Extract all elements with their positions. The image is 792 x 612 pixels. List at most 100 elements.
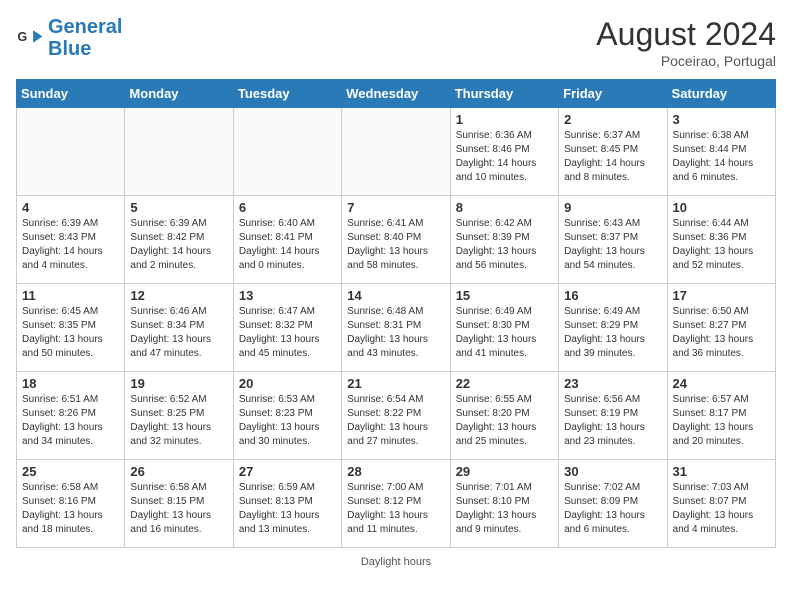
day-info: Sunrise: 6:37 AM Sunset: 8:45 PM Dayligh… (564, 129, 661, 185)
calendar-cell: 23 Sunrise: 6:56 AM Sunset: 8:19 PM Dayli… (559, 372, 667, 460)
column-header-sunday: Sunday (17, 80, 125, 108)
day-info: Sunrise: 6:58 AM Sunset: 8:16 PM Dayligh… (22, 481, 119, 537)
column-header-saturday: Saturday (667, 80, 775, 108)
day-info: Sunrise: 6:39 AM Sunset: 8:43 PM Dayligh… (22, 217, 119, 273)
day-info: Sunrise: 6:55 AM Sunset: 8:20 PM Dayligh… (456, 393, 553, 449)
location: Poceirao, Portugal (596, 53, 776, 69)
calendar-cell: 17 Sunrise: 6:50 AM Sunset: 8:27 PM Dayli… (667, 284, 775, 372)
day-info: Sunrise: 6:49 AM Sunset: 8:29 PM Dayligh… (564, 305, 661, 361)
day-info: Sunrise: 6:54 AM Sunset: 8:22 PM Dayligh… (347, 393, 444, 449)
day-info: Sunrise: 6:46 AM Sunset: 8:34 PM Dayligh… (130, 305, 227, 361)
day-number: 14 (347, 288, 444, 303)
day-number: 25 (22, 464, 119, 479)
calendar-cell: 10Sunrise: 6:44 AM Sunset: 8:36 PM Dayli… (667, 196, 775, 284)
day-number: 29 (456, 464, 553, 479)
calendar-cell: 14 Sunrise: 6:48 AM Sunset: 8:31 PM Dayli… (342, 284, 450, 372)
day-number: 23 (564, 376, 661, 391)
calendar-cell: 21 Sunrise: 6:54 AM Sunset: 8:22 PM Dayli… (342, 372, 450, 460)
day-number: 11 (22, 288, 119, 303)
day-info: Sunrise: 6:56 AM Sunset: 8:19 PM Dayligh… (564, 393, 661, 449)
logo-blue: Blue (48, 38, 91, 60)
day-number: 5 (130, 200, 227, 215)
day-number: 26 (130, 464, 227, 479)
calendar-cell: 27Sunrise: 6:59 AM Sunset: 8:13 PM Dayli… (233, 460, 341, 548)
day-number: 17 (673, 288, 770, 303)
day-number: 31 (673, 464, 770, 479)
calendar-cell: 12 Sunrise: 6:46 AM Sunset: 8:34 PM Dayli… (125, 284, 233, 372)
day-info: Sunrise: 6:47 AM Sunset: 8:32 PM Dayligh… (239, 305, 336, 361)
day-number: 6 (239, 200, 336, 215)
day-number: 20 (239, 376, 336, 391)
column-header-thursday: Thursday (450, 80, 558, 108)
calendar-cell: 20 Sunrise: 6:53 AM Sunset: 8:23 PM Dayli… (233, 372, 341, 460)
week-row-1: 1Sunrise: 6:36 AM Sunset: 8:46 PM Daylig… (17, 108, 776, 196)
calendar-cell: 18 Sunrise: 6:51 AM Sunset: 8:26 PM Dayli… (17, 372, 125, 460)
week-row-2: 4Sunrise: 6:39 AM Sunset: 8:43 PM Daylig… (17, 196, 776, 284)
calendar-cell: 1Sunrise: 6:36 AM Sunset: 8:46 PM Daylig… (450, 108, 558, 196)
calendar-cell: 8 Sunrise: 6:42 AM Sunset: 8:39 PM Daylig… (450, 196, 558, 284)
day-info: Sunrise: 6:57 AM Sunset: 8:17 PM Dayligh… (673, 393, 770, 449)
day-info: Sunrise: 6:59 AM Sunset: 8:13 PM Dayligh… (239, 481, 336, 537)
column-header-monday: Monday (125, 80, 233, 108)
calendar-cell: 2 Sunrise: 6:37 AM Sunset: 8:45 PM Daylig… (559, 108, 667, 196)
day-number: 7 (347, 200, 444, 215)
day-number: 2 (564, 112, 661, 127)
week-row-5: 25 Sunrise: 6:58 AM Sunset: 8:16 PM Dayli… (17, 460, 776, 548)
day-info: Sunrise: 6:58 AM Sunset: 8:15 PM Dayligh… (130, 481, 227, 537)
svg-text:G: G (18, 30, 28, 44)
day-info: Sunrise: 7:03 AM Sunset: 8:07 PM Dayligh… (673, 481, 770, 537)
day-number: 13 (239, 288, 336, 303)
day-info: Sunrise: 7:01 AM Sunset: 8:10 PM Dayligh… (456, 481, 553, 537)
calendar-table: SundayMondayTuesdayWednesdayThursdayFrid… (16, 79, 776, 548)
month-year: August 2024 (596, 16, 776, 53)
calendar-cell: 13 Sunrise: 6:47 AM Sunset: 8:32 PM Dayli… (233, 284, 341, 372)
week-row-4: 18 Sunrise: 6:51 AM Sunset: 8:26 PM Dayli… (17, 372, 776, 460)
day-info: Sunrise: 6:45 AM Sunset: 8:35 PM Dayligh… (22, 305, 119, 361)
calendar-cell: 3Sunrise: 6:38 AM Sunset: 8:44 PM Daylig… (667, 108, 775, 196)
calendar-cell: 25 Sunrise: 6:58 AM Sunset: 8:16 PM Dayli… (17, 460, 125, 548)
day-number: 30 (564, 464, 661, 479)
calendar-cell: 28Sunrise: 7:00 AM Sunset: 8:12 PM Dayli… (342, 460, 450, 548)
day-number: 1 (456, 112, 553, 127)
day-number: 22 (456, 376, 553, 391)
calendar-cell: 26 Sunrise: 6:58 AM Sunset: 8:15 PM Dayli… (125, 460, 233, 548)
calendar-cell: 9 Sunrise: 6:43 AM Sunset: 8:37 PM Daylig… (559, 196, 667, 284)
day-number: 3 (673, 112, 770, 127)
day-number: 19 (130, 376, 227, 391)
calendar-cell: 31 Sunrise: 7:03 AM Sunset: 8:07 PM Dayli… (667, 460, 775, 548)
column-header-friday: Friday (559, 80, 667, 108)
day-number: 9 (564, 200, 661, 215)
calendar-cell: 19Sunrise: 6:52 AM Sunset: 8:25 PM Dayli… (125, 372, 233, 460)
day-info: Sunrise: 6:51 AM Sunset: 8:26 PM Dayligh… (22, 393, 119, 449)
calendar-cell: 5 Sunrise: 6:39 AM Sunset: 8:42 PM Daylig… (125, 196, 233, 284)
title-block: August 2024 Poceirao, Portugal (596, 16, 776, 69)
day-number: 15 (456, 288, 553, 303)
footer-note: Daylight hours (16, 556, 776, 568)
calendar-cell: 7 Sunrise: 6:41 AM Sunset: 8:40 PM Daylig… (342, 196, 450, 284)
day-number: 8 (456, 200, 553, 215)
day-info: Sunrise: 6:42 AM Sunset: 8:39 PM Dayligh… (456, 217, 553, 273)
logo-icon: G (16, 24, 44, 52)
calendar-cell: 16 Sunrise: 6:49 AM Sunset: 8:29 PM Dayli… (559, 284, 667, 372)
day-info: Sunrise: 6:43 AM Sunset: 8:37 PM Dayligh… (564, 217, 661, 273)
day-info: Sunrise: 6:49 AM Sunset: 8:30 PM Dayligh… (456, 305, 553, 361)
logo-text: General Blue (48, 16, 122, 60)
day-info: Sunrise: 6:41 AM Sunset: 8:40 PM Dayligh… (347, 217, 444, 273)
column-header-wednesday: Wednesday (342, 80, 450, 108)
daylight-label: Daylight hours (361, 556, 431, 568)
day-number: 21 (347, 376, 444, 391)
logo-general: General (48, 16, 122, 38)
calendar-cell (342, 108, 450, 196)
calendar-cell: 6Sunrise: 6:40 AM Sunset: 8:41 PM Daylig… (233, 196, 341, 284)
day-number: 16 (564, 288, 661, 303)
day-number: 12 (130, 288, 227, 303)
day-info: Sunrise: 6:48 AM Sunset: 8:31 PM Dayligh… (347, 305, 444, 361)
page-header: G General Blue August 2024 Poceirao, Por… (16, 16, 776, 69)
day-info: Sunrise: 6:53 AM Sunset: 8:23 PM Dayligh… (239, 393, 336, 449)
day-number: 28 (347, 464, 444, 479)
day-info: Sunrise: 6:50 AM Sunset: 8:27 PM Dayligh… (673, 305, 770, 361)
day-number: 10 (673, 200, 770, 215)
day-info: Sunrise: 6:39 AM Sunset: 8:42 PM Dayligh… (130, 217, 227, 273)
calendar-cell (233, 108, 341, 196)
day-number: 18 (22, 376, 119, 391)
